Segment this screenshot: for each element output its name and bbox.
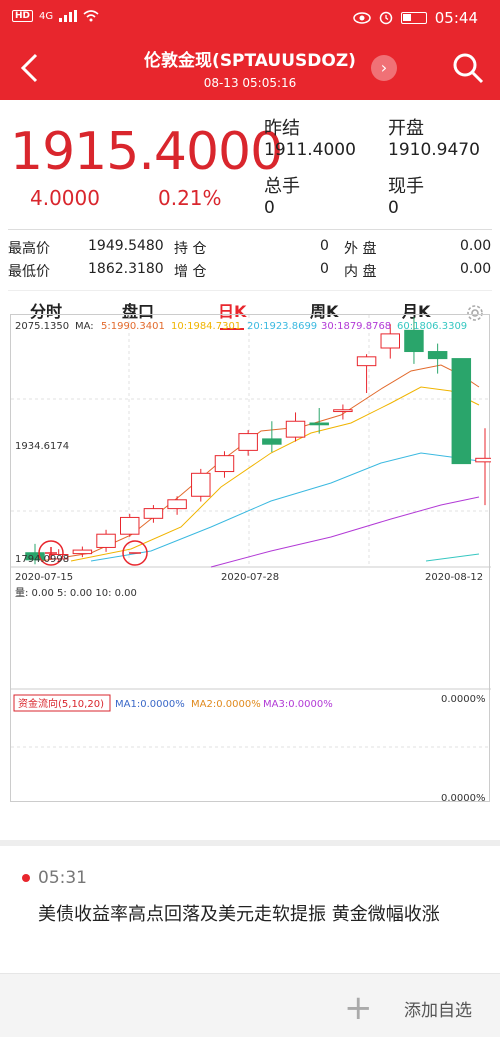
candle-body [285,420,306,438]
candle-body [143,508,164,519]
candle-body [356,356,377,367]
x-label-end: 2020-08-12 [425,572,483,583]
ma10-legend: 10:1984.7301 [171,321,241,332]
ma20-line [90,452,480,562]
eye-icon [353,12,371,24]
hd-icon: HD [12,10,34,22]
hold-value: 0 [320,238,329,254]
news-time: 05:31 [38,868,87,888]
total-volume: 总手 0 [264,172,300,218]
candle-body [72,549,93,555]
section-divider [0,840,500,846]
candle-body [451,358,472,465]
total-volume-value: 0 [264,198,275,218]
y-min-label: 1794.0998 [15,554,69,565]
candle-body [475,457,491,463]
news-headline[interactable]: 美债收益率高点回落及美元走软提振 黄金微幅收涨 [38,902,478,928]
flow-ma2: MA2:0.0000% [191,699,261,710]
wifi-icon [83,10,99,22]
candle-body [380,333,400,349]
candle-body [214,455,235,473]
candle-body [191,472,211,497]
candles [25,317,491,565]
stat-row-low: 最低价 1862.3180 增 仓 0 内 盘 0.00 [8,261,496,283]
candle-body [238,433,258,451]
volume-label: 量: 0.00 5: 0.00 10: 0.00 [15,587,137,599]
chevron-right-icon: › [380,58,388,77]
ma30-line [210,496,480,568]
ma10-line [70,386,480,562]
current-volume-value: 0 [388,198,399,218]
prev-close-value: 1911.4000 [264,140,356,160]
divider [8,290,492,291]
candle-body [404,329,424,353]
clock: 05:44 [434,9,478,27]
candle-body [309,422,329,426]
add-watchlist-button[interactable]: 添加自选 [404,996,472,1021]
candle-body [262,438,282,445]
inner-value: 0.00 [460,261,492,277]
current-price: 1915.4000 [10,122,283,182]
network-label: 4G [39,10,54,22]
ma20-legend: 20:1923.8699 [247,321,317,332]
status-bar: HD 4G 05:44 [0,0,500,36]
open-label: 开盘 [388,118,424,139]
ma5-legend: 5:1990.3401 [101,321,165,332]
news-dot-icon [22,874,30,882]
candle-body [333,409,353,413]
search-icon[interactable] [452,52,484,84]
flow-ma1: MA1:0.0000% [115,699,185,710]
footer-bar: + 添加自选 [0,973,500,1037]
flow-bottom-value: 0.0000% [441,793,486,803]
kline-svg: 2075.1350 1934.6174 1794.0998 MA: 5:1990… [11,315,491,803]
open-price: 开盘 1910.9470 [388,114,480,160]
flow-top-value: 0.0000% [441,694,486,705]
add-label: 增 仓 [174,264,207,280]
ma60-line [425,553,480,562]
low-value: 1862.3180 [88,261,164,277]
plus-icon[interactable]: + [344,988,373,1028]
high-value: 1949.5480 [88,238,164,254]
ma60-legend: 60:1806.3309 [397,321,467,332]
outer-label: 外 盘 [344,241,377,257]
app-header: HD 4G 05:44 伦敦金现(SPTAUUSDOZ) 08-13 05:05… [0,0,500,100]
inner-label: 内 盘 [344,264,377,280]
y-max-label: 2075.1350 [15,321,69,332]
x-label-mid: 2020-07-28 [221,572,279,583]
battery-icon [400,12,427,24]
current-volume: 现手 0 [388,172,424,218]
price-change: 4.0000 [30,186,100,210]
ma30-legend: 30:1879.8768 [321,321,391,332]
price-change-pct: 0.21% [158,186,222,210]
kline-chart[interactable]: 2075.1350 1934.6174 1794.0998 MA: 5:1990… [10,314,491,803]
ma-legend-label: MA: [75,321,94,332]
flow-label: 资金流向(5,10,20) [18,697,104,710]
divider [8,229,492,230]
page-title: 伦敦金现(SPTAUUSDOZ) [144,51,356,71]
candle-body [427,351,448,360]
prev-close: 昨结 1911.4000 [264,114,356,160]
low-label: 最低价 [8,264,50,280]
hold-label: 持 仓 [174,241,207,257]
candle-body [120,516,140,535]
next-symbol-button[interactable]: › [371,55,397,81]
page-subtitle: 08-13 05:05:16 [203,76,297,90]
stat-row-high: 最高价 1949.5480 持 仓 0 外 盘 0.00 [8,238,496,260]
add-value: 0 [320,261,329,277]
x-label-start: 2020-07-15 [15,572,73,583]
current-volume-label: 现手 [388,176,424,197]
signal-icon [59,10,78,22]
total-volume-label: 总手 [264,176,300,197]
outer-value: 0.00 [460,238,492,254]
open-value: 1910.9470 [388,140,480,160]
candle-body [167,499,187,510]
candle-body [96,533,116,548]
flow-ma3: MA3:0.0000% [263,699,333,710]
prev-close-label: 昨结 [264,118,300,139]
alarm-icon [379,11,393,25]
ma5-line [40,364,480,562]
high-label: 最高价 [8,241,50,257]
y-mid-label: 1934.6174 [15,441,69,452]
